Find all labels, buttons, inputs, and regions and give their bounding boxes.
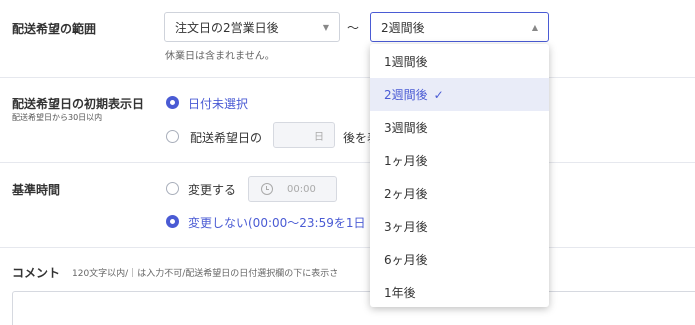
base-time-label: 基準時間 — [12, 183, 61, 197]
divider — [0, 77, 695, 78]
radio-change-label[interactable]: 変更する — [188, 181, 236, 198]
divider — [0, 247, 695, 248]
check-icon: ✓ — [433, 87, 444, 102]
initial-display-sublabel: 配送希望日から30日以内 — [12, 113, 103, 122]
comment-textarea[interactable] — [12, 291, 695, 325]
time-input[interactable]: 00:00 — [248, 176, 337, 202]
radio-unselected-label[interactable]: 日付未選択 — [188, 95, 248, 112]
radio-delivery-date[interactable] — [166, 130, 179, 143]
chevron-down-icon: ▼ — [322, 22, 329, 32]
range-to-select[interactable]: 2週間後 ▲ — [370, 12, 549, 42]
radio-change[interactable] — [166, 182, 179, 195]
dropdown-option[interactable]: 2ヶ月後 — [370, 177, 549, 210]
delivery-settings-form: 配送希望の範囲 注文日の2営業日後 ▼ ～ 2週間後 ▲ 休業日は含まれません。… — [0, 0, 695, 325]
comment-label: コメント — [12, 266, 61, 280]
initial-display-label: 配送希望日の初期表示日 — [12, 97, 145, 111]
dropdown-option-label: 3ヶ月後 — [384, 220, 428, 234]
dropdown-option[interactable]: 1ヶ月後 — [370, 144, 549, 177]
divider — [0, 162, 695, 163]
dropdown-option-label: 2ヶ月後 — [384, 187, 428, 201]
range-note: 休業日は含まれません。 — [165, 51, 275, 62]
radio-delivery-date-label[interactable]: 配送希望日の — [190, 129, 262, 146]
dropdown-option[interactable]: 1週間後 — [370, 45, 549, 78]
days-unit: 日 — [314, 131, 324, 143]
chevron-up-icon: ▲ — [531, 22, 538, 32]
days-input[interactable]: 日 — [273, 122, 335, 148]
dropdown-option[interactable]: 3ヶ月後 — [370, 210, 549, 243]
comment-hint: 120文字以内/｜は入力不可/配送希望日の日付選択欄の下に表示さ — [72, 269, 339, 279]
radio-unselected[interactable] — [166, 96, 179, 109]
dropdown-option-label: 3週間後 — [384, 121, 428, 135]
range-from-select[interactable]: 注文日の2営業日後 ▼ — [164, 12, 340, 42]
range-separator: ～ — [347, 21, 360, 35]
clock-icon — [261, 183, 273, 195]
radio-no-change-label[interactable]: 変更しない(00:00～23:59を1日 — [188, 214, 365, 231]
range-from-value: 注文日の2営業日後 — [175, 20, 279, 35]
range-to-value: 2週間後 — [381, 20, 425, 35]
dropdown-option[interactable]: 1年後 — [370, 276, 549, 309]
dropdown-option[interactable]: 3週間後 — [370, 111, 549, 144]
time-placeholder: 00:00 — [287, 183, 316, 195]
dropdown-option-label: 1年後 — [384, 286, 416, 300]
dropdown-option-label: 6ヶ月後 — [384, 253, 428, 267]
dropdown-option[interactable]: 6ヶ月後 — [370, 243, 549, 276]
radio-no-change[interactable] — [166, 215, 179, 228]
range-to-dropdown: 1週間後 2週間後 ✓ 3週間後 1ヶ月後 2ヶ月後 3ヶ月後 6ヶ月後 1年後 — [370, 44, 549, 307]
delivery-range-label: 配送希望の範囲 — [12, 22, 97, 36]
dropdown-option[interactable]: 2週間後 ✓ — [370, 78, 549, 111]
dropdown-option-label: 1週間後 — [384, 55, 428, 69]
dropdown-option-label: 1ヶ月後 — [384, 154, 428, 168]
dropdown-option-label: 2週間後 — [384, 88, 428, 102]
